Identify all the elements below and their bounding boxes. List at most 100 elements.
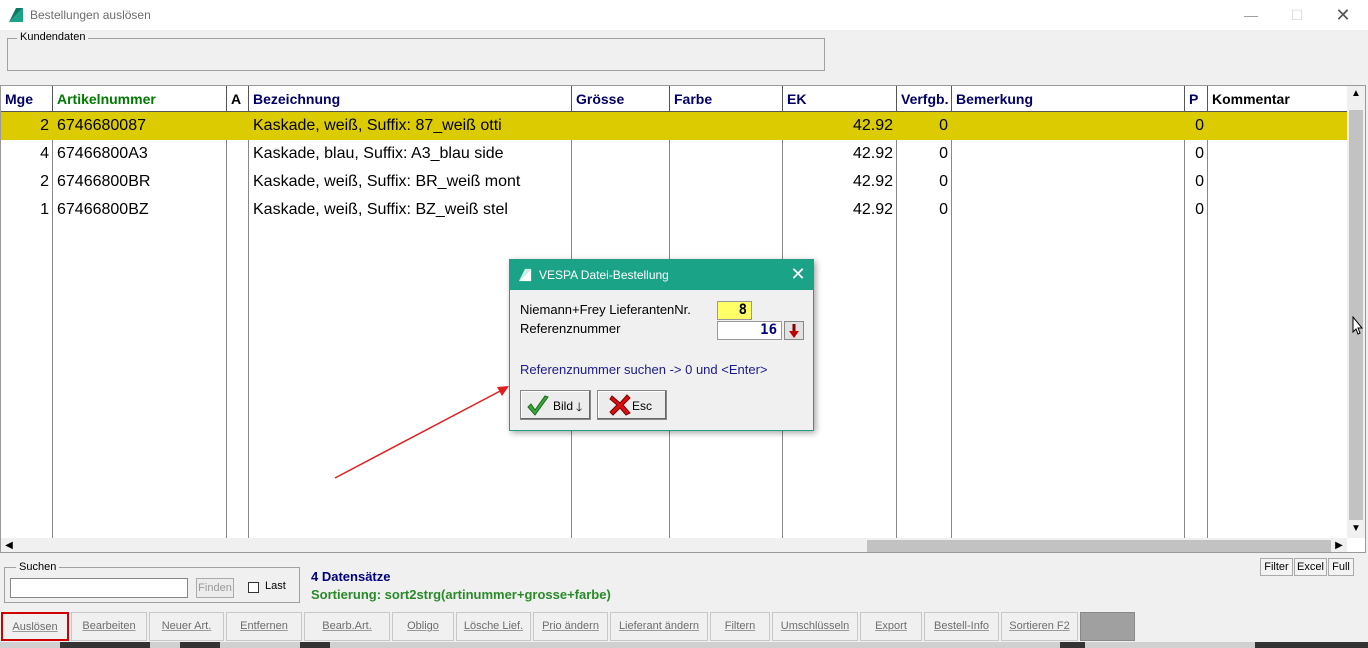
dialog-logo-icon (518, 268, 532, 282)
table-row[interactable]: 2 67466800BR Kaskade, weiß, Suffix: BR_w… (1, 168, 1347, 196)
cell-ek: 42.92 (852, 173, 893, 190)
blank-toolbar-button[interactable] (1080, 612, 1135, 641)
table-row[interactable]: 2 6746680087 Kaskade, weiß, Suffix: 87_w… (1, 112, 1347, 140)
cell-bezeichnung: Kaskade, weiß, Suffix: BZ_weiß stel (253, 201, 508, 218)
lieferant-nr-input[interactable]: 8 (717, 301, 752, 320)
scroll-up-icon[interactable]: ▲ (1348, 88, 1364, 99)
cell-p: 0 (1195, 145, 1204, 162)
background-strip-block (60, 642, 150, 648)
ausloesen-button[interactable]: Auslösen (1, 612, 69, 641)
bearb-art-button[interactable]: Bearb.Art. (304, 612, 390, 641)
column-header-farbe[interactable]: Farbe (670, 86, 783, 112)
bestell-info-button[interactable]: Bestell-Info (924, 612, 999, 641)
cell-bezeichnung: Kaskade, weiß, Suffix: BR_weiß mont (253, 173, 521, 190)
bild-button[interactable]: Bild 🡓 (520, 390, 591, 420)
filtern-button[interactable]: Filtern (710, 612, 770, 641)
sortieren-f2-button[interactable]: Sortieren F2 (1001, 612, 1078, 641)
referenz-label: Referenznummer (520, 321, 621, 336)
umschluesseln-button[interactable]: Umschlüsseln (772, 612, 858, 641)
last-label: Last (265, 580, 286, 592)
column-header-ek[interactable]: EK (783, 86, 897, 112)
export-button[interactable]: Export (860, 612, 922, 641)
horizontal-scrollbar[interactable]: ◀ ▶ (1, 538, 1347, 552)
lieferant-label: Niemann+Frey LieferantenNr. (520, 302, 691, 317)
background-strip-block (1255, 642, 1368, 648)
cell-artikelnummer: 67466800A3 (57, 145, 148, 162)
cell-verfgb: 0 (939, 117, 948, 134)
close-window-button[interactable]: ✕ (1320, 0, 1366, 30)
cell-p: 0 (1195, 173, 1204, 190)
last-checkbox[interactable] (248, 582, 259, 593)
neuer-art-button[interactable]: Neuer Art. (149, 612, 224, 641)
vertical-scroll-thumb[interactable] (1349, 110, 1363, 520)
dialog-close-button[interactable]: ✕ (788, 264, 808, 284)
cell-verfgb: 0 (939, 173, 948, 190)
prio-aendern-button[interactable]: Prio ändern (533, 612, 608, 641)
sort-status: Sortierung: sort2strg(artinummer+grosse+… (311, 587, 611, 602)
column-header-verfgb[interactable]: Verfgb. (897, 86, 952, 112)
kundendaten-groupbox (7, 38, 825, 71)
cell-artikelnummer: 67466800BZ (57, 201, 149, 218)
title-bar: Bestellungen auslösen — ☐ ✕ (0, 0, 1368, 30)
record-count: 4 Datensätze (311, 569, 391, 584)
cell-verfgb: 0 (939, 145, 948, 162)
vespa-dialog: VESPA Datei-Bestellung ✕ Niemann+Frey Li… (509, 259, 814, 431)
bearbeiten-button[interactable]: Bearbeiten (71, 612, 147, 641)
red-x-icon (609, 394, 631, 416)
esc-button[interactable]: Esc (597, 390, 667, 420)
dialog-title: VESPA Datei-Bestellung (539, 268, 669, 282)
cell-mge: 1 (40, 201, 49, 218)
window-title: Bestellungen auslösen (30, 8, 151, 22)
vertical-scrollbar[interactable]: ▲ ▼ (1347, 86, 1365, 538)
table-row[interactable]: 4 67466800A3 Kaskade, blau, Suffix: A3_b… (1, 140, 1347, 168)
full-button[interactable]: Full (1328, 558, 1354, 576)
dialog-title-bar: VESPA Datei-Bestellung ✕ (510, 260, 813, 290)
column-header-artikelnummer[interactable]: Artikelnummer (53, 86, 227, 112)
lieferant-aendern-button[interactable]: Lieferant ändern (610, 612, 708, 641)
search-input[interactable] (10, 578, 188, 598)
cell-p: 0 (1195, 117, 1204, 134)
background-strip-block (1060, 642, 1085, 648)
cell-p: 0 (1195, 201, 1204, 218)
cell-bezeichnung: Kaskade, blau, Suffix: A3_blau side (253, 145, 504, 162)
grid-header: Mge Artikelnummer A Bezeichnung Grösse F… (1, 86, 1347, 112)
scroll-right-icon[interactable]: ▶ (1331, 540, 1347, 551)
kundendaten-label: Kundendaten (17, 31, 89, 43)
minimize-button[interactable]: — (1228, 0, 1274, 30)
excel-button[interactable]: Excel (1294, 558, 1327, 576)
cell-artikelnummer: 6746680087 (57, 117, 146, 134)
scroll-left-icon[interactable]: ◀ (1, 540, 17, 551)
cell-mge: 2 (40, 117, 49, 134)
column-header-mge[interactable]: Mge (1, 86, 53, 112)
cell-verfgb: 0 (939, 201, 948, 218)
cell-bezeichnung: Kaskade, weiß, Suffix: 87_weiß otti (253, 117, 502, 134)
loesche-lief-button[interactable]: Lösche Lief. (456, 612, 531, 641)
app-logo-icon (9, 8, 23, 22)
cell-ek: 42.92 (852, 201, 893, 218)
column-header-bemerkung[interactable]: Bemerkung (952, 86, 1185, 112)
column-header-p[interactable]: P (1185, 86, 1208, 112)
cell-ek: 42.92 (852, 117, 893, 134)
referenznummer-input[interactable]: 16 (717, 321, 782, 340)
horizontal-scroll-thumb[interactable] (867, 540, 1331, 552)
suchen-label: Suchen (16, 561, 60, 573)
finden-button[interactable]: Finden (196, 578, 234, 598)
column-header-kommentar[interactable]: Kommentar (1208, 86, 1347, 112)
entfernen-button[interactable]: Entfernen (226, 612, 302, 641)
table-row[interactable]: 1 67466800BZ Kaskade, weiß, Suffix: BZ_w… (1, 196, 1347, 224)
obligo-button[interactable]: Obligo (392, 612, 454, 641)
cell-artikelnummer: 67466800BR (57, 173, 151, 190)
column-header-bezeichnung[interactable]: Bezeichnung (249, 86, 572, 112)
background-window-strip (0, 642, 1368, 648)
filter-button[interactable]: Filter (1260, 558, 1293, 576)
referenz-dropdown-button[interactable] (784, 321, 804, 340)
scroll-down-icon[interactable]: ▼ (1348, 523, 1364, 534)
cell-mge: 2 (40, 173, 49, 190)
esc-button-label: Esc (632, 399, 653, 413)
arrow-down-icon (789, 324, 799, 338)
column-header-a[interactable]: A (227, 86, 249, 112)
column-header-groesse[interactable]: Grösse (572, 86, 670, 112)
referenz-hint: Referenznummer suchen -> 0 und <Enter> (520, 362, 768, 377)
checkmark-icon (527, 395, 549, 416)
maximize-button[interactable]: ☐ (1274, 0, 1320, 30)
